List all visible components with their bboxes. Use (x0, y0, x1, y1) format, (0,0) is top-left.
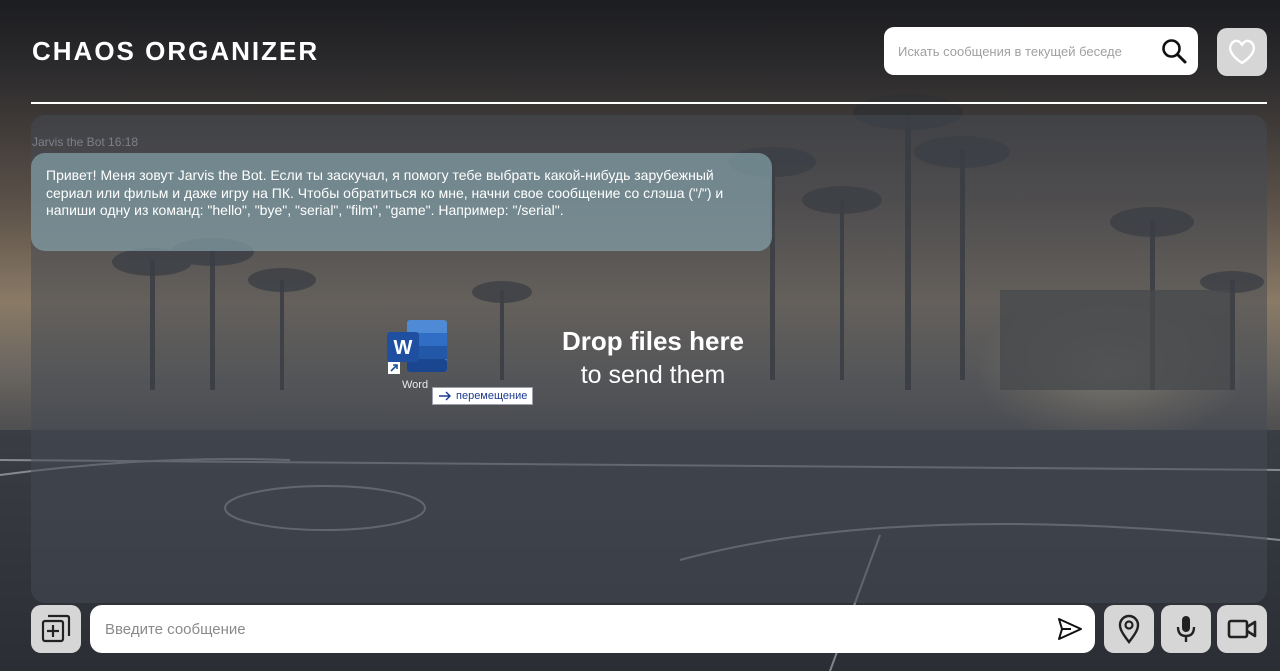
drop-title: Drop files here (561, 326, 745, 356)
drag-hint-tooltip: перемещение (432, 387, 534, 405)
heart-icon (1228, 39, 1256, 65)
message-composer[interactable] (90, 605, 1095, 653)
search-icon[interactable] (1160, 37, 1188, 65)
search-input[interactable] (898, 43, 1148, 59)
message-bubble: Привет! Меня зовут Jarvis the Bot. Если … (31, 153, 772, 251)
arrow-right-icon (439, 391, 451, 401)
app-title: CHAOS ORGANIZER (32, 36, 320, 66)
record-video-button[interactable] (1217, 605, 1267, 653)
dragged-file-label: Word (402, 379, 429, 391)
message-meta: Jarvis the Bot 16:18 (32, 135, 139, 149)
video-camera-icon (1227, 619, 1257, 639)
svg-text:W: W (394, 337, 413, 359)
file-drop-zone[interactable]: W Word перемещение Drop files here to se… (385, 318, 785, 408)
record-audio-button[interactable] (1161, 605, 1211, 653)
message-input[interactable] (105, 620, 1035, 638)
microphone-icon (1176, 616, 1196, 642)
add-file-icon (41, 614, 71, 643)
drag-hint-text: перемещение (456, 390, 528, 402)
favorites-button[interactable] (1217, 28, 1267, 76)
drop-subtitle: to send them (580, 361, 726, 389)
send-icon[interactable] (1057, 617, 1083, 641)
header-divider (31, 102, 1267, 104)
word-document-icon: W (387, 320, 447, 374)
send-location-button[interactable] (1104, 605, 1154, 653)
attach-file-button[interactable] (31, 605, 81, 653)
location-pin-icon (1118, 614, 1140, 644)
search-box[interactable] (884, 27, 1198, 75)
